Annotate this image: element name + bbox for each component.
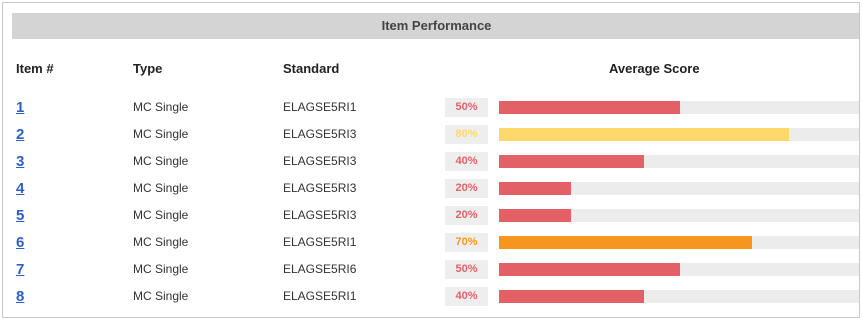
score-percent-badge: 50% <box>445 260 488 279</box>
column-header-item: Item # <box>16 61 54 76</box>
score-bar-track <box>499 290 859 303</box>
table-row: 8 MC Single ELAGSE5RI1 40% <box>3 283 859 310</box>
score-percent-badge: 20% <box>445 179 488 198</box>
table-row: 7 MC Single ELAGSE5RI6 50% <box>3 256 859 283</box>
table-row: 2 MC Single ELAGSE5RI3 80% <box>3 121 859 148</box>
score-bar-track <box>499 209 859 222</box>
score-bar-fill <box>499 155 644 168</box>
column-header-standard: Standard <box>283 61 340 76</box>
score-bar-fill <box>499 263 680 276</box>
item-type: MC Single <box>133 235 189 249</box>
score-bar-track <box>499 128 859 141</box>
item-number-link[interactable]: 7 <box>16 256 24 283</box>
item-type: MC Single <box>133 208 189 222</box>
item-standard: ELAGSE5RI3 <box>283 208 357 222</box>
item-number-link[interactable]: 1 <box>16 94 24 121</box>
column-header-type: Type <box>133 61 163 76</box>
score-bar-track <box>499 155 859 168</box>
score-percent-badge: 40% <box>445 152 488 171</box>
item-number-link[interactable]: 3 <box>16 148 24 175</box>
table-row: 4 MC Single ELAGSE5RI3 20% <box>3 175 859 202</box>
score-bar-track <box>499 182 859 195</box>
item-standard: ELAGSE5RI1 <box>283 235 357 249</box>
item-standard: ELAGSE5RI3 <box>283 181 357 195</box>
item-type: MC Single <box>133 289 189 303</box>
score-percent-badge: 70% <box>445 233 488 252</box>
item-number-link[interactable]: 2 <box>16 121 24 148</box>
item-performance-panel: Item Performance Item # Type Standard Av… <box>2 2 860 318</box>
item-number-link[interactable]: 8 <box>16 283 24 310</box>
item-standard: ELAGSE5RI6 <box>283 262 357 276</box>
score-percent-badge: 80% <box>445 125 488 144</box>
score-bar-fill <box>499 101 680 114</box>
table-row: 1 MC Single ELAGSE5RI1 50% <box>3 94 859 121</box>
item-standard: ELAGSE5RI1 <box>283 289 357 303</box>
item-standard: ELAGSE5RI3 <box>283 154 357 168</box>
score-bar-fill <box>499 209 571 222</box>
score-bar-fill <box>499 290 644 303</box>
table-row: 6 MC Single ELAGSE5RI1 70% <box>3 229 859 256</box>
score-percent-badge: 50% <box>445 98 488 117</box>
score-bar-fill <box>499 128 789 141</box>
item-number-link[interactable]: 4 <box>16 175 24 202</box>
score-bar-fill <box>499 182 571 195</box>
score-bar-fill <box>499 236 752 249</box>
item-type: MC Single <box>133 154 189 168</box>
score-bar-track <box>499 263 859 276</box>
score-bar-track <box>499 236 859 249</box>
item-number-link[interactable]: 5 <box>16 202 24 229</box>
table-row: 5 MC Single ELAGSE5RI3 20% <box>3 202 859 229</box>
item-standard: ELAGSE5RI3 <box>283 127 357 141</box>
score-bar-track <box>499 101 859 114</box>
item-standard: ELAGSE5RI1 <box>283 100 357 114</box>
item-type: MC Single <box>133 181 189 195</box>
item-type: MC Single <box>133 100 189 114</box>
score-percent-badge: 20% <box>445 206 488 225</box>
score-percent-badge: 40% <box>445 287 488 306</box>
panel-title: Item Performance <box>12 13 859 39</box>
table-row: 3 MC Single ELAGSE5RI3 40% <box>3 148 859 175</box>
item-number-link[interactable]: 6 <box>16 229 24 256</box>
item-type: MC Single <box>133 262 189 276</box>
item-type: MC Single <box>133 127 189 141</box>
column-header-average-score: Average Score <box>609 61 700 76</box>
